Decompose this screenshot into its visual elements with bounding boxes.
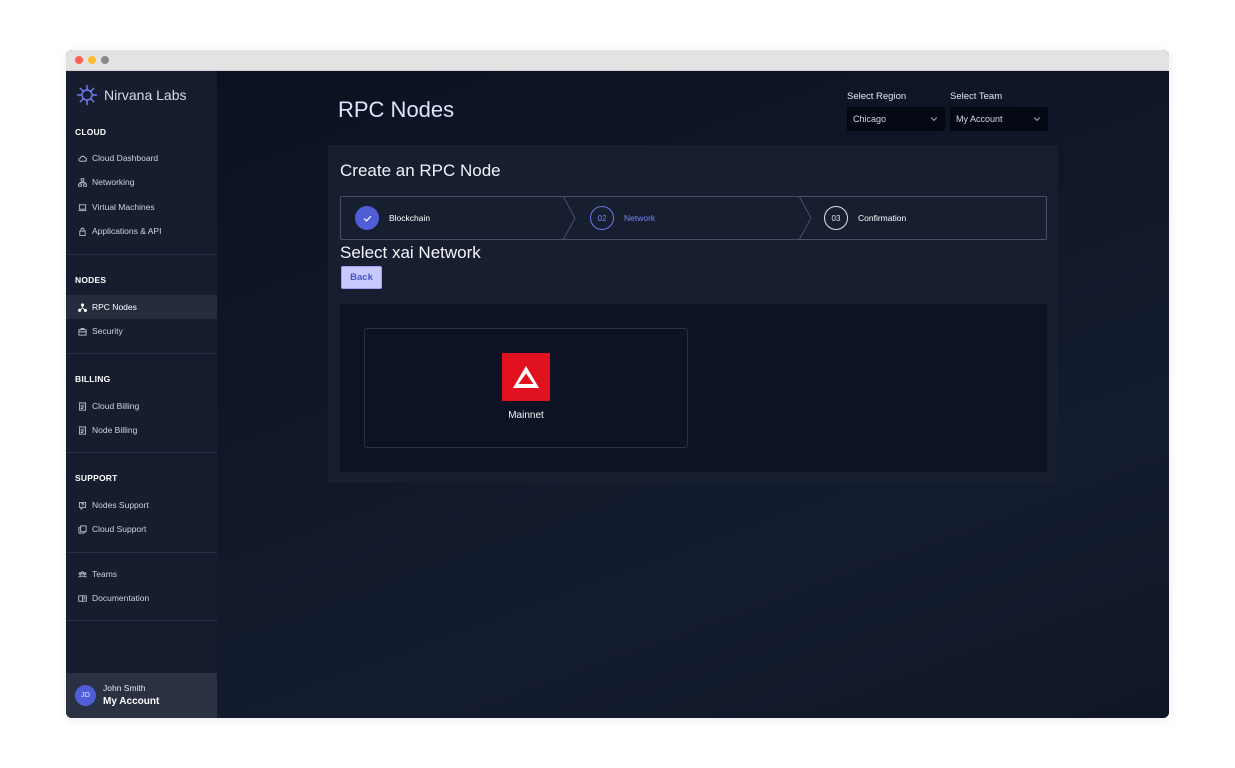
sidebar-divider <box>66 353 217 354</box>
account-subtitle: My Account <box>103 696 160 707</box>
nirvana-logo-icon <box>76 84 98 106</box>
sidebar-item-label: Node Billing <box>92 425 138 435</box>
step-label: Confirmation <box>858 213 907 223</box>
step-blockchain[interactable]: Blockchain <box>355 197 430 239</box>
sidebar-item-label: Nodes Support <box>92 500 149 510</box>
sidebar-divider <box>66 552 217 553</box>
sidebar-divider <box>66 620 217 621</box>
sidebar-item-virtual-machines[interactable]: Virtual Machines <box>66 195 217 219</box>
sidebar-item-rpc-nodes[interactable]: RPC Nodes <box>66 295 217 319</box>
sidebar-item-teams[interactable]: Teams <box>66 562 217 586</box>
sidebar-section-cloud: CLOUD <box>75 127 107 137</box>
sidebar-item-label: Security <box>92 326 123 336</box>
window-titlebar <box>66 50 1169 71</box>
step-number: 02 <box>590 206 614 230</box>
sidebar-item-label: RPC Nodes <box>92 302 137 312</box>
sidebar-item-applications-api[interactable]: Applications & API <box>66 219 217 243</box>
sidebar-item-label: Documentation <box>92 593 150 603</box>
team-select[interactable]: My Account <box>950 107 1048 131</box>
team-select-label: Select Team <box>950 91 1003 102</box>
avatar: JO <box>75 685 96 706</box>
copy-icon <box>78 524 87 534</box>
step-label: Blockchain <box>389 213 431 223</box>
region-select[interactable]: Chicago <box>847 107 945 131</box>
receipt-icon <box>78 401 87 411</box>
sidebar: Nirvana Labs CLOUD Cloud Dashboard Netwo… <box>66 71 217 718</box>
check-icon <box>355 206 379 230</box>
sidebar-section-support: SUPPORT <box>75 473 118 483</box>
section-heading: Select xai Network <box>340 243 481 262</box>
chevron-down-icon <box>930 117 938 122</box>
cloud-icon <box>78 154 87 163</box>
docs-icon <box>78 594 87 603</box>
team-select-value: My Account <box>956 114 1003 124</box>
sidebar-item-label: Virtual Machines <box>92 202 155 212</box>
sidebar-item-cloud-dashboard[interactable]: Cloud Dashboard <box>66 146 217 170</box>
receipt-icon <box>78 425 87 435</box>
brand-name: Nirvana Labs <box>104 87 187 103</box>
chevron-down-icon <box>1033 117 1041 122</box>
sidebar-item-label: Cloud Support <box>92 524 147 534</box>
sidebar-item-label: Cloud Billing <box>92 401 140 411</box>
sidebar-divider <box>66 254 217 255</box>
sidebar-item-label: Applications & API <box>92 226 162 236</box>
step-confirmation[interactable]: 03 Confirmation <box>824 197 906 239</box>
step-separator <box>563 196 576 240</box>
step-label: Network <box>624 213 656 223</box>
region-select-label: Select Region <box>847 91 907 102</box>
wizard-stepper: Blockchain 02 Network 03 Confirmation <box>340 196 1047 240</box>
xai-logo-icon <box>502 353 550 401</box>
back-button[interactable]: Back <box>341 266 382 289</box>
brand-logo[interactable]: Nirvana Labs <box>76 83 187 107</box>
sidebar-item-cloud-support[interactable]: Cloud Support <box>66 517 217 541</box>
support-icon <box>78 501 87 510</box>
network-card-mainnet[interactable]: Mainnet <box>364 328 688 448</box>
laptop-icon <box>78 203 87 212</box>
sidebar-item-security[interactable]: Security <box>66 319 217 343</box>
sidebar-item-label: Teams <box>92 569 118 579</box>
sidebar-item-networking[interactable]: Networking <box>66 170 217 194</box>
network-icon <box>78 177 87 187</box>
step-separator <box>799 196 812 240</box>
team-icon <box>78 570 87 579</box>
region-select-value: Chicago <box>853 114 887 124</box>
main-content: RPC Nodes Select Region Chicago Select T… <box>217 71 1169 718</box>
account-menu[interactable]: JO John Smith My Account <box>66 673 217 718</box>
close-window-button[interactable] <box>75 56 83 64</box>
page-title: RPC Nodes <box>338 97 455 122</box>
sidebar-item-label: Networking <box>92 177 135 187</box>
sidebar-section-nodes: NODES <box>75 275 107 285</box>
maximize-window-button[interactable] <box>101 56 109 64</box>
step-number: 03 <box>824 206 848 230</box>
browser-window: Nirvana Labs CLOUD Cloud Dashboard Netwo… <box>66 50 1169 718</box>
create-node-panel: Create an RPC Node Blockchain 02 Network… <box>328 145 1058 483</box>
sidebar-item-nodes-support[interactable]: Nodes Support <box>66 493 217 517</box>
network-options: Mainnet <box>340 304 1047 472</box>
panel-title: Create an RPC Node <box>340 161 501 180</box>
sidebar-section-billing: BILLING <box>75 374 111 384</box>
sidebar-item-node-billing[interactable]: Node Billing <box>66 418 217 442</box>
sidebar-item-cloud-billing[interactable]: Cloud Billing <box>66 394 217 418</box>
step-network[interactable]: 02 Network <box>590 197 655 239</box>
lock-icon <box>78 227 87 236</box>
briefcase-icon <box>78 327 87 336</box>
nodes-icon <box>78 302 87 312</box>
account-name: John Smith <box>103 683 146 693</box>
sidebar-item-documentation[interactable]: Documentation <box>66 586 217 610</box>
sidebar-divider <box>66 452 217 453</box>
network-card-label: Mainnet <box>508 410 544 421</box>
sidebar-item-label: Cloud Dashboard <box>92 153 159 163</box>
minimize-window-button[interactable] <box>88 56 96 64</box>
